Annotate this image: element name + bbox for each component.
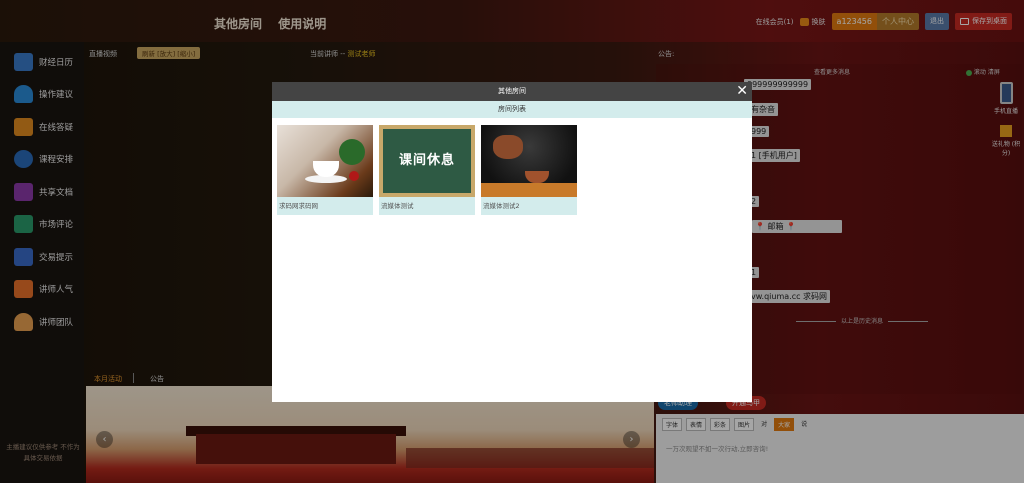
other-rooms-modal: 其他房间 ✕ 房间列表 求码网求码网 课间休息 流媒体测试 流媒体测试2	[272, 82, 752, 402]
teapot-shape	[493, 135, 523, 159]
table-shape	[481, 183, 577, 197]
chalkboard-break-image: 课间休息	[379, 125, 475, 197]
room-name: 流媒体测试2	[483, 202, 520, 210]
berry-shape	[349, 171, 359, 181]
room-name: 求码网求码网	[279, 202, 318, 210]
room-name: 流媒体测试	[381, 202, 414, 210]
teacup-shape	[525, 171, 549, 183]
coffee-books-image	[277, 125, 373, 197]
room-card[interactable]: 求码网求码网	[277, 125, 373, 215]
modal-title: 其他房间	[498, 87, 526, 95]
close-icon[interactable]: ✕	[736, 82, 748, 101]
room-card[interactable]: 流媒体测试2	[481, 125, 577, 215]
teapot-pouring-image	[481, 125, 577, 197]
room-list-title: 房间列表	[272, 101, 752, 118]
room-list: 求码网求码网 课间休息 流媒体测试 流媒体测试2	[277, 125, 577, 215]
chalkboard-text: 课间休息	[383, 129, 471, 193]
modal-header: 其他房间 ✕	[272, 82, 752, 101]
leaf-shape	[339, 139, 365, 165]
room-card[interactable]: 课间休息 流媒体测试	[379, 125, 475, 215]
